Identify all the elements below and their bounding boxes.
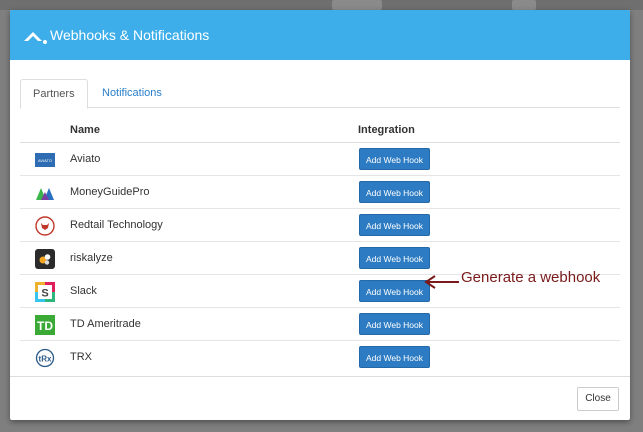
add-web-hook-button[interactable]: Add Web Hook [359,280,430,302]
table-row: tRx TRX Add Web Hook [20,341,620,373]
partner-name: Aviato [70,153,101,165]
arrow-left-icon [424,275,459,289]
tab-notifications[interactable]: Notifications [90,79,174,107]
modal-title: Webhooks & Notifications [50,27,210,43]
partner-name: Slack [70,285,97,297]
close-button[interactable]: Close [577,387,619,411]
add-web-hook-button[interactable]: Add Web Hook [359,247,430,269]
table-row: MoneyGuidePro Add Web Hook [20,176,620,209]
svg-text:TD: TD [37,319,53,333]
add-web-hook-button[interactable]: Add Web Hook [359,313,430,335]
backdrop [0,0,643,10]
webhooks-modal: Webhooks & Notifications Partners Notifi… [10,10,630,420]
table-row: TD TD Ameritrade Add Web Hook [20,308,620,341]
partner-name: TD Ameritrade [70,318,141,330]
tab-partners[interactable]: Partners [20,79,88,109]
tab-bar: Partners Notifications [20,72,620,109]
callout-text: Generate a webhook [461,269,601,286]
table-header: Name Integration [20,115,620,143]
moneyguidepro-logo-icon [36,188,54,200]
backdrop-text [512,0,536,10]
svg-text:S: S [41,288,48,300]
column-header-name: Name [70,124,100,136]
partner-name: TRX [70,351,92,363]
add-web-hook-button[interactable]: Add Web Hook [359,148,430,170]
table-row: Redtail Technology Add Web Hook [20,209,620,242]
backdrop-text [332,0,382,10]
modal-header: Webhooks & Notifications [10,10,630,60]
svg-text:AVIATO: AVIATO [38,158,52,163]
riskalyze-logo-icon [35,249,55,269]
callout-annotation: Generate a webhook [423,269,623,293]
partners-table: Name Integration AVIATO Aviato Add Web H… [20,115,620,373]
redtail-logo-icon [35,216,55,236]
app-logo-icon [24,32,47,44]
add-web-hook-button[interactable]: Add Web Hook [359,214,430,236]
column-header-integration: Integration [358,124,415,136]
partner-name: Redtail Technology [70,219,163,231]
partner-name: MoneyGuidePro [70,186,150,198]
aviato-logo-icon: AVIATO [35,153,55,167]
footer-divider [10,376,630,377]
add-web-hook-button[interactable]: Add Web Hook [359,346,430,368]
partner-name: riskalyze [70,252,113,264]
svg-text:tRx: tRx [39,355,52,364]
add-web-hook-button[interactable]: Add Web Hook [359,181,430,203]
table-row: AVIATO Aviato Add Web Hook [20,143,620,176]
td-ameritrade-logo-icon: TD [35,315,55,335]
slack-logo-icon: S [35,282,55,302]
trx-logo-icon: tRx [35,348,55,368]
